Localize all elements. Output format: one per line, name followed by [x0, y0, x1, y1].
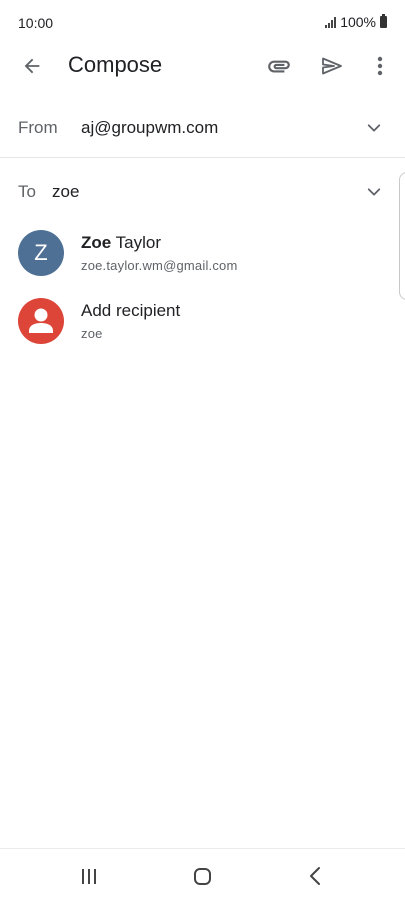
to-row: To	[0, 170, 405, 214]
attach-button[interactable]	[262, 50, 296, 82]
system-nav-bar	[0, 848, 405, 902]
to-input[interactable]	[52, 178, 332, 206]
signal-icon	[325, 16, 337, 28]
recents-button[interactable]	[74, 863, 104, 889]
from-label: From	[18, 118, 58, 137]
page-title: Compose	[68, 52, 163, 77]
paperclip-icon	[268, 60, 290, 73]
to-label: To	[18, 182, 36, 201]
person-icon	[29, 308, 53, 333]
chevron-left-icon	[310, 867, 320, 885]
compose-screen: 10:00 100% Compose From aj@groupwm.com T…	[0, 0, 405, 902]
to-expand-button[interactable]	[362, 180, 386, 204]
home-icon	[193, 867, 211, 885]
back-button[interactable]	[16, 50, 48, 82]
chevron-down-icon	[367, 188, 381, 196]
send-icon	[322, 57, 342, 75]
status-bar: 10:00 100%	[0, 0, 405, 46]
more-vert-icon	[377, 56, 383, 76]
status-time: 10:00	[18, 15, 54, 31]
status-icons: 100%	[325, 14, 387, 30]
send-button[interactable]	[316, 50, 348, 82]
from-row: From aj@groupwm.com	[0, 98, 405, 158]
chevron-down-icon	[367, 124, 381, 132]
contact-name: Zoe Taylor	[81, 233, 161, 253]
contact-name-match: Zoe	[81, 233, 112, 252]
from-account-selector[interactable]: aj@groupwm.com	[81, 118, 218, 138]
battery-percent: 100%	[340, 14, 376, 30]
avatar	[18, 298, 64, 344]
add-recipient-suggestion[interactable]: Add recipient zoe	[0, 288, 405, 354]
add-recipient-label: Add recipient	[81, 301, 181, 320]
home-button[interactable]	[186, 861, 218, 891]
more-options-button[interactable]	[366, 50, 394, 82]
contact-email: zoe.taylor.wm@gmail.com	[81, 258, 238, 273]
contact-name-rest: Taylor	[111, 233, 161, 252]
app-bar: Compose	[0, 46, 405, 86]
battery-icon	[380, 14, 387, 28]
add-recipient-query: zoe	[81, 326, 103, 341]
contact-suggestion[interactable]: Z Zoe Taylor zoe.taylor.wm@gmail.com	[0, 220, 405, 286]
avatar: Z	[18, 230, 64, 276]
from-expand-button[interactable]	[362, 116, 386, 140]
nav-back-button[interactable]	[300, 861, 332, 891]
arrow-left-icon	[24, 58, 40, 74]
